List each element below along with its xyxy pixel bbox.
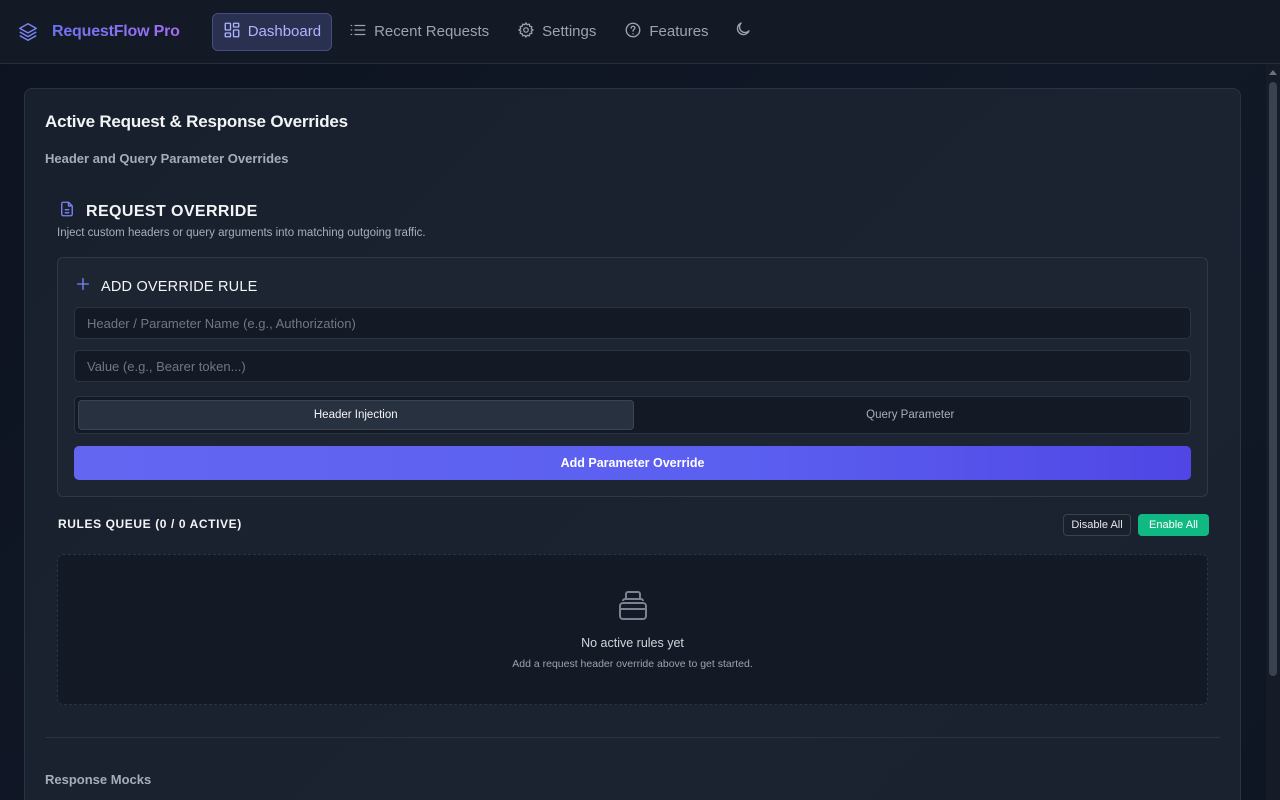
moon-icon bbox=[734, 20, 752, 43]
main-nav: Dashboard Recent Requests Settings Featu… bbox=[211, 12, 760, 51]
add-rule-header: ADD OVERRIDE RULE bbox=[75, 276, 258, 297]
section-divider bbox=[45, 737, 1220, 738]
nav-item-label: Dashboard bbox=[247, 23, 322, 40]
nav-item-label: Settings bbox=[542, 23, 597, 40]
header-injection-option[interactable]: Header Injection bbox=[78, 400, 634, 430]
nav-item-settings[interactable]: Settings bbox=[506, 13, 607, 51]
page-title: Active Request & Response Overrides bbox=[45, 112, 348, 131]
parameter-name-input[interactable] bbox=[74, 307, 1191, 339]
nav-item-features[interactable]: Features bbox=[613, 13, 719, 51]
nav-item-recent-requests[interactable]: Recent Requests bbox=[338, 13, 500, 51]
add-override-rule-panel: ADD OVERRIDE RULE Header Injection Query… bbox=[57, 257, 1208, 497]
disable-all-button[interactable]: Disable All bbox=[1063, 514, 1131, 536]
nav-item-label: Recent Requests bbox=[374, 23, 490, 40]
brand[interactable]: RequestFlow Pro bbox=[17, 21, 180, 43]
nav-item-dashboard[interactable]: Dashboard bbox=[211, 12, 333, 51]
parameter-value-input[interactable] bbox=[74, 350, 1191, 382]
response-mocks-title: Response Mocks bbox=[45, 772, 152, 787]
request-override-title: REQUEST OVERRIDE bbox=[86, 202, 258, 220]
rules-empty-state: No active rules yet Add a request header… bbox=[57, 554, 1208, 705]
document-icon bbox=[58, 200, 76, 223]
nav-item-label: Features bbox=[649, 23, 709, 40]
gear-icon bbox=[517, 21, 542, 43]
scrollbar-thumb[interactable] bbox=[1269, 82, 1277, 676]
empty-state-title: No active rules yet bbox=[581, 636, 684, 650]
inbox-icon bbox=[618, 589, 648, 621]
help-circle-icon bbox=[624, 21, 649, 43]
empty-state-subtitle: Add a request header override above to g… bbox=[512, 658, 753, 670]
layers-icon bbox=[17, 21, 39, 43]
override-type-toggle: Header Injection Query Parameter bbox=[74, 396, 1191, 434]
page-scrollbar[interactable] bbox=[1266, 64, 1280, 800]
add-rule-title: ADD OVERRIDE RULE bbox=[101, 278, 258, 295]
request-override-description: Inject custom headers or query arguments… bbox=[57, 227, 426, 239]
dashboard-icon bbox=[223, 21, 248, 43]
overrides-card: Active Request & Response Overrides Head… bbox=[24, 88, 1241, 800]
scroll-up-arrow-icon[interactable] bbox=[1269, 70, 1277, 75]
rules-queue-title: RULES QUEUE (0 / 0 ACTIVE) bbox=[58, 517, 242, 531]
theme-toggle-button[interactable] bbox=[726, 13, 760, 51]
add-parameter-override-button[interactable]: Add Parameter Override bbox=[74, 446, 1191, 480]
query-parameter-option[interactable]: Query Parameter bbox=[634, 400, 1188, 430]
request-override-header: REQUEST OVERRIDE bbox=[58, 200, 258, 223]
plus-icon bbox=[75, 276, 91, 297]
list-icon bbox=[349, 21, 374, 43]
enable-all-button[interactable]: Enable All bbox=[1138, 514, 1209, 536]
top-navigation-bar: RequestFlow Pro Dashboard Recent Request… bbox=[0, 0, 1280, 64]
app-name: RequestFlow Pro bbox=[52, 22, 180, 40]
section-subtitle: Header and Query Parameter Overrides bbox=[45, 151, 289, 166]
